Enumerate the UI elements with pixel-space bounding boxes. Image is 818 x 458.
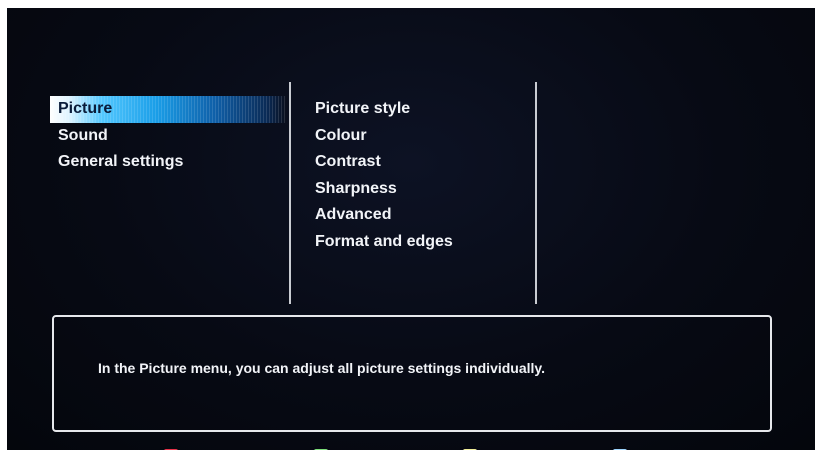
column-divider-right: [535, 82, 537, 304]
column-divider-left: [289, 82, 291, 304]
sub-menu-item-colour[interactable]: Colour: [307, 123, 527, 150]
main-menu-item-label: General settings: [58, 153, 184, 170]
main-menu-item-picture[interactable]: Picture: [50, 96, 286, 123]
sub-menu-item-label: Picture style: [315, 100, 411, 117]
blue-key-indicator: [613, 449, 627, 450]
green-key-indicator: [314, 449, 328, 450]
tv-screen: Picture Sound General settings Picture s…: [7, 8, 815, 450]
sub-menu-item-label: Format and edges: [315, 232, 453, 250]
sub-menu-item-picture-style[interactable]: Picture style: [307, 96, 527, 123]
yellow-key-indicator: [463, 449, 477, 450]
sub-menu-item-format-and-edges[interactable]: Format and edges: [307, 229, 527, 256]
sub-menu-item-contrast[interactable]: Contrast: [307, 149, 527, 176]
main-menu: Picture Sound General settings: [50, 96, 286, 176]
red-key-indicator: [164, 449, 178, 450]
sub-menu-item-label: Advanced: [315, 206, 392, 223]
sub-menu: Picture style Colour Contrast Sharpness …: [307, 96, 527, 255]
sub-menu-item-advanced[interactable]: Advanced: [307, 202, 527, 229]
info-text: In the Picture menu, you can adjust all …: [98, 360, 546, 376]
main-menu-item-label: Picture: [58, 100, 113, 117]
sub-menu-item-sharpness[interactable]: Sharpness: [307, 176, 527, 203]
sub-menu-item-label: Colour: [315, 126, 367, 144]
sub-menu-item-label: Contrast: [315, 153, 381, 170]
sub-menu-item-label: Sharpness: [315, 179, 397, 197]
main-menu-item-general-settings[interactable]: General settings: [50, 149, 286, 176]
main-menu-item-label: Sound: [58, 126, 108, 144]
info-panel: In the Picture menu, you can adjust all …: [52, 315, 772, 432]
main-menu-item-sound[interactable]: Sound: [50, 123, 286, 150]
